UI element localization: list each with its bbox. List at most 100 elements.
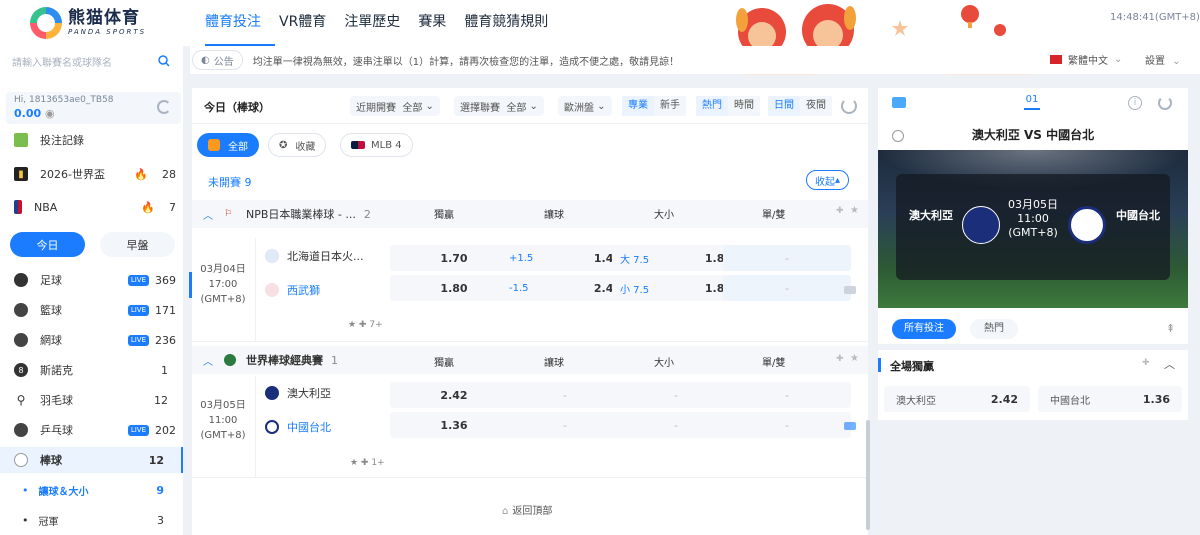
- sidebar-item-table-tennis[interactable]: 乒乓球 LIVE 202: [14, 420, 176, 440]
- theme-day[interactable]: 日間: [768, 96, 800, 116]
- mode-pro[interactable]: 專業: [622, 96, 654, 116]
- team-away[interactable]: 中國台北: [265, 419, 331, 435]
- star-icon[interactable]: ★: [850, 353, 859, 364]
- paddle-icon: [14, 423, 28, 437]
- odds-under[interactable]: 小 7.5 1.85: [612, 275, 740, 301]
- hk-flag-icon: [1050, 55, 1062, 64]
- sidebar-item-snooker[interactable]: 8 斯諾克 1: [14, 360, 176, 380]
- collapse-button[interactable]: 收起 ▴: [806, 170, 850, 190]
- odds-moneyline-away[interactable]: 1.80: [390, 275, 518, 301]
- sidebar-subitem-handicap[interactable]: • 讓球＆大小 9: [14, 480, 176, 500]
- refresh-icon[interactable]: [1158, 96, 1172, 110]
- sort-time[interactable]: 時間: [728, 96, 760, 116]
- live-badge: LIVE: [127, 274, 149, 286]
- more-markets[interactable]: ★ ✚ 1+: [350, 458, 385, 468]
- pin-icon[interactable]: ✚: [836, 354, 844, 364]
- announcement-tag[interactable]: ◐ 公告: [192, 50, 243, 70]
- logo-title: 熊猫体育: [68, 8, 140, 28]
- nav-rules[interactable]: 體育競猜規則: [464, 0, 562, 46]
- odds-away[interactable]: 中國台北 1.36: [1038, 386, 1182, 412]
- chip-all[interactable]: 全部: [197, 133, 259, 157]
- filter-odds-format[interactable]: 歐洲盤 ⌄: [558, 96, 612, 116]
- pin-icon[interactable]: ✚: [836, 206, 844, 216]
- tab-hot[interactable]: 熱門: [970, 319, 1018, 339]
- chip-mlb[interactable]: MLB 4: [340, 133, 413, 157]
- sidebar-item-badminton[interactable]: ⚲ 羽毛球 12: [14, 390, 176, 410]
- team-home[interactable]: 北海道日本火...: [265, 248, 364, 264]
- sort-icon[interactable]: ⇞: [1166, 322, 1175, 335]
- tab-early[interactable]: 早盤: [100, 232, 175, 257]
- tv-icon[interactable]: [892, 97, 906, 108]
- eye-icon[interactable]: ◉: [45, 107, 55, 120]
- mode-beginner[interactable]: 新手: [654, 96, 686, 116]
- stats-icon[interactable]: [844, 422, 856, 430]
- info-icon[interactable]: i: [1128, 96, 1142, 110]
- sidebar-item-tennis[interactable]: 網球 LIVE 236: [14, 330, 176, 350]
- search-input[interactable]: 請輸入聯賽名或球隊名: [6, 50, 176, 72]
- sidebar-item-football[interactable]: 足球 LIVE 369: [14, 270, 176, 290]
- detail-tabs: 所有投注 熱門 ⇞: [878, 316, 1188, 342]
- stats-icon[interactable]: [844, 286, 856, 294]
- chevron-up-icon[interactable]: ︿: [1164, 356, 1175, 372]
- sort-hot[interactable]: 熱門: [696, 96, 728, 116]
- wbc-logo-icon: [224, 354, 236, 366]
- sidebar-item-baseball[interactable]: 棒球 12: [14, 450, 176, 470]
- odds-over[interactable]: 大 7.5 1.85: [612, 245, 740, 271]
- chinese-taipei-flag-icon: [265, 420, 279, 434]
- col-header-handicap: 讓球: [544, 210, 564, 221]
- odds-moneyline-home[interactable]: 2.42: [390, 382, 518, 408]
- col-header-handicap: 讓球: [544, 358, 564, 369]
- back-to-top[interactable]: ⌂ 返回頂部: [502, 502, 552, 517]
- nav-results[interactable]: 賽果: [418, 0, 460, 46]
- odds-handicap-home[interactable]: +1.5 1.41: [501, 245, 629, 271]
- nav-sports-betting[interactable]: 體育投注: [205, 0, 275, 46]
- tab-today[interactable]: 今日: [10, 232, 85, 257]
- odds-handicap-away[interactable]: -1.5 2.40: [501, 275, 629, 301]
- more-markets[interactable]: ★ ✚ 7+: [348, 320, 383, 330]
- filter-start-time[interactable]: 近期開賽 全部 ⌄: [350, 96, 440, 116]
- scoreboard-icon[interactable]: 01: [1024, 94, 1040, 110]
- odds-even[interactable]: -: [723, 412, 851, 438]
- odds-odd[interactable]: -: [723, 245, 851, 271]
- settings-menu[interactable]: 設置 ⌄: [1145, 52, 1181, 67]
- chevron-up-icon[interactable]: ︿: [192, 207, 224, 222]
- chip-favorites[interactable]: ✪ 收藏: [268, 133, 327, 157]
- filter-league[interactable]: 選擇聯賽 全部 ⌄: [454, 96, 544, 116]
- odds-moneyline-home[interactable]: 1.70: [390, 245, 518, 271]
- odds-handicap-away[interactable]: -: [501, 412, 629, 438]
- stadium-background: 澳大利亞 03月05日 11:00 (GMT+8) 中國台北: [878, 150, 1188, 308]
- sidebar-item-basketball[interactable]: 籃球 LIVE 171: [14, 300, 176, 320]
- refresh-icon[interactable]: [841, 98, 857, 114]
- nav-vr-sports[interactable]: VR體育: [279, 0, 340, 46]
- panda-logo-icon: [30, 7, 62, 39]
- tab-all-bets[interactable]: 所有投注: [892, 319, 956, 339]
- odds-home[interactable]: 澳大利亞 2.42: [884, 386, 1030, 412]
- star-icon[interactable]: ★: [850, 205, 859, 216]
- odds-odd[interactable]: -: [723, 382, 851, 408]
- sidebar-subitem-outright[interactable]: • 冠軍 3: [14, 510, 176, 530]
- refresh-icon[interactable]: [157, 100, 171, 114]
- odds-even[interactable]: -: [723, 275, 851, 301]
- theme-night[interactable]: 夜間: [800, 96, 832, 116]
- pin-icon[interactable]: ✚: [1142, 358, 1150, 368]
- chevron-down-icon: ⌄: [1114, 54, 1123, 65]
- odds-under[interactable]: -: [612, 412, 740, 438]
- home-team-name: 澳大利亞: [909, 209, 953, 222]
- nav-bet-history[interactable]: 注單歷史: [344, 0, 414, 46]
- chevron-down-icon: ⌄: [1172, 56, 1181, 67]
- odds-moneyline-away[interactable]: 1.36: [390, 412, 518, 438]
- fire-icon: 🔥: [141, 200, 155, 214]
- sidebar-item-world-cup[interactable]: ▮ 2026-世界盃 🔥 28: [14, 164, 176, 184]
- chevron-up-icon[interactable]: ︿: [192, 353, 224, 368]
- team-home[interactable]: 澳大利亞: [265, 385, 331, 401]
- filter-bar: 今日（棒球） 近期開賽 全部 ⌄ 選擇聯賽 全部 ⌄ 歐洲盤 ⌄ 專業 新手 熱門…: [192, 88, 868, 124]
- language-selector[interactable]: 繁體中文 ⌄: [1050, 52, 1122, 67]
- sidebar-item-nba[interactable]: NBA 🔥 7: [14, 197, 176, 217]
- team-away[interactable]: 西武獅: [265, 282, 320, 298]
- scrollbar[interactable]: [866, 420, 870, 530]
- odds-handicap-home[interactable]: -: [501, 382, 629, 408]
- logo[interactable]: 熊猫体育 PANDA SPORTS: [30, 6, 180, 40]
- search-icon[interactable]: [158, 55, 170, 67]
- sidebar-item-bet-record[interactable]: 投注記錄: [14, 130, 176, 150]
- odds-over[interactable]: -: [612, 382, 740, 408]
